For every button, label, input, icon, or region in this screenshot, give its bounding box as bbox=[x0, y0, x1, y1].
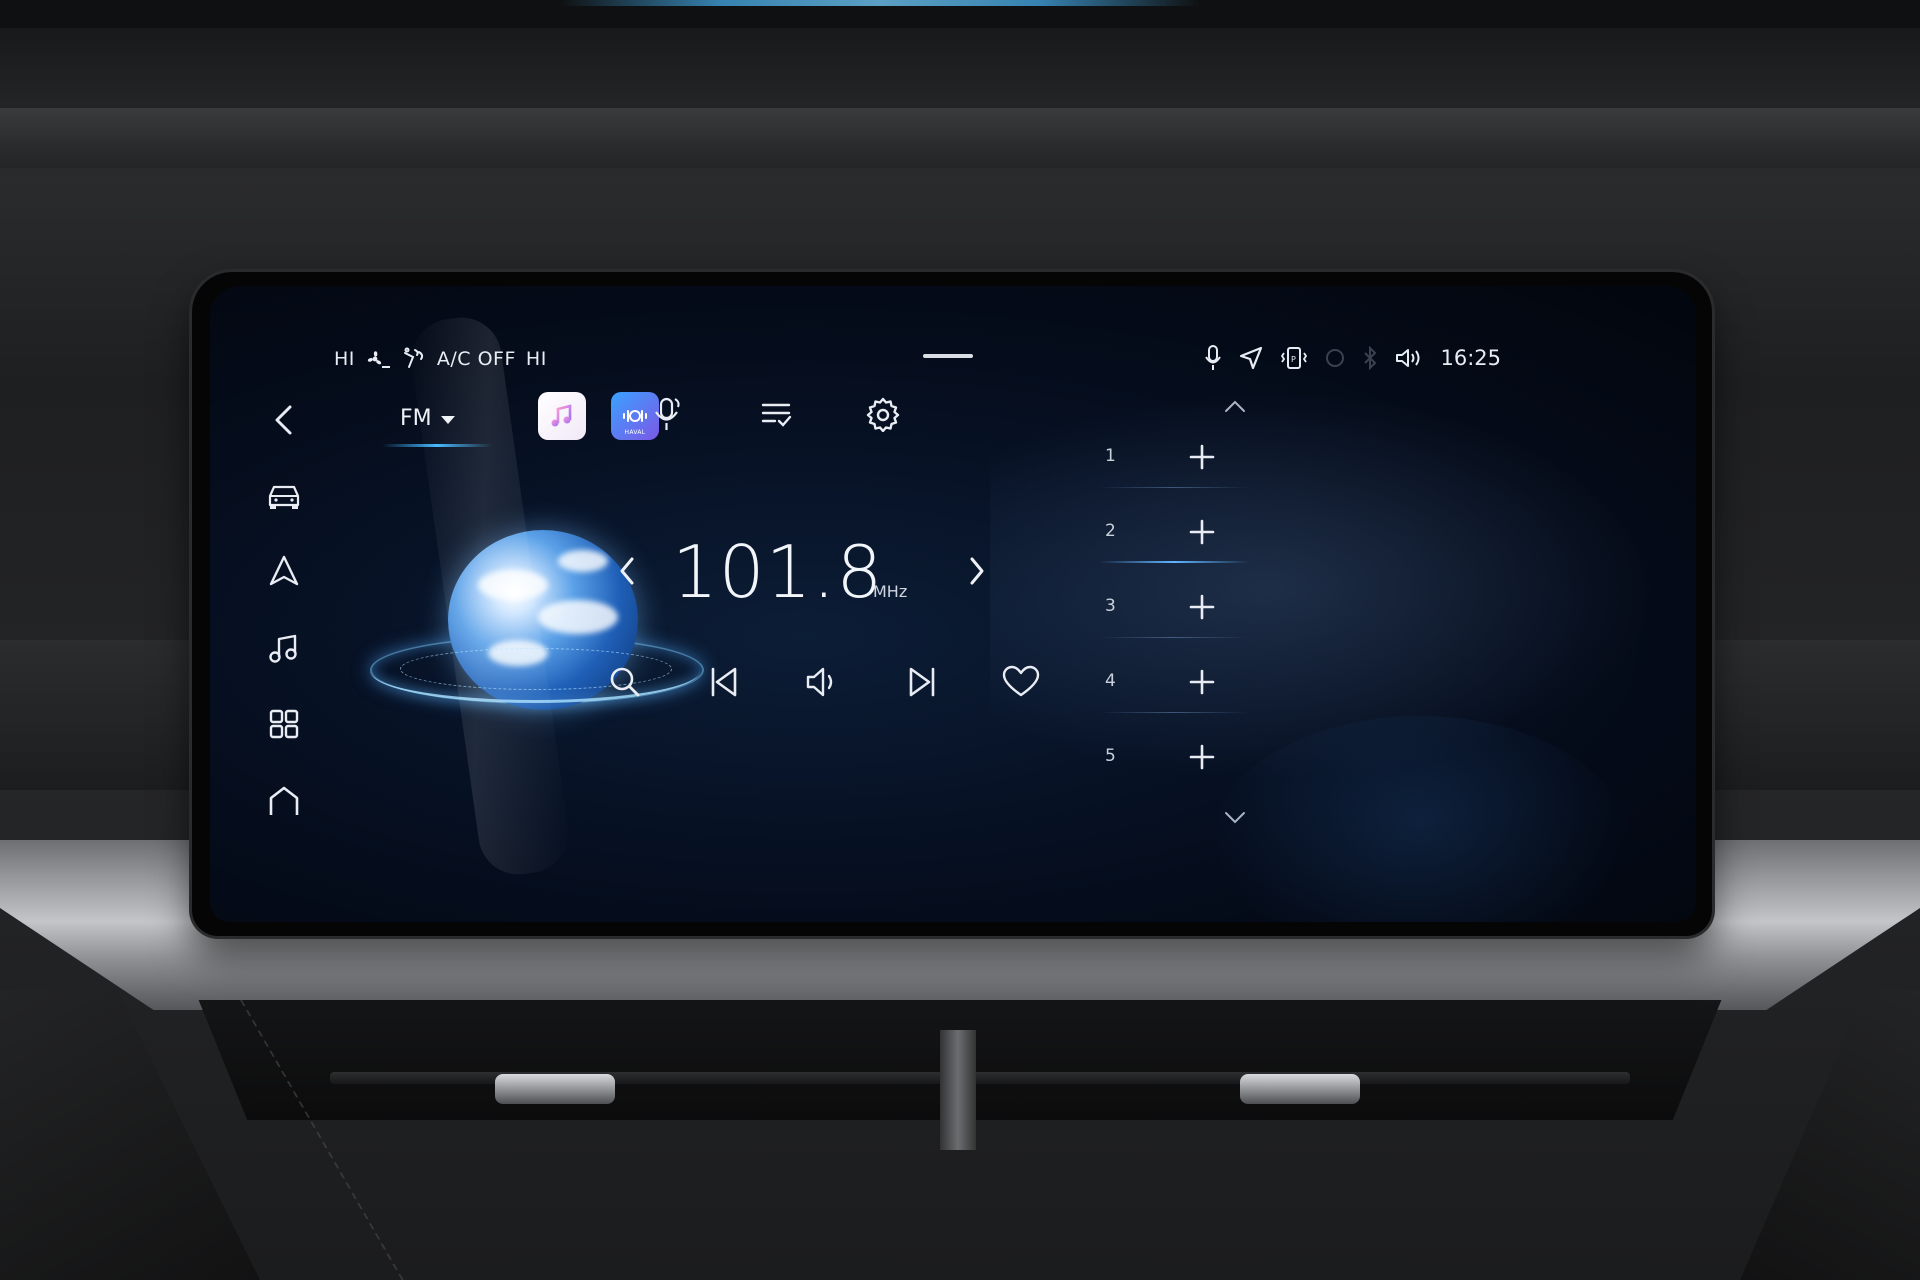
fan-icon bbox=[365, 348, 391, 370]
pull-down-handle[interactable] bbox=[923, 354, 973, 358]
add-preset-icon[interactable] bbox=[1183, 513, 1221, 551]
frequency-unit: MHz bbox=[873, 582, 908, 601]
preset-row[interactable]: 3 bbox=[1099, 578, 1265, 638]
music-app-icon[interactable] bbox=[538, 392, 586, 440]
voice-mic-icon[interactable] bbox=[646, 392, 690, 436]
vent-knob-right[interactable] bbox=[1240, 1074, 1360, 1104]
add-preset-icon[interactable] bbox=[1183, 438, 1221, 476]
preset-scroll-down-icon[interactable] bbox=[1220, 806, 1250, 830]
fan-speed-right: HI bbox=[525, 348, 547, 370]
vent-center-post bbox=[940, 1030, 976, 1150]
preset-number: 3 bbox=[1105, 596, 1116, 616]
fan-speed-left: HI bbox=[334, 348, 355, 370]
navigation-icon[interactable] bbox=[264, 551, 304, 591]
apps-grid-icon[interactable] bbox=[264, 704, 304, 744]
preset-number: 1 bbox=[1105, 446, 1116, 466]
car-icon[interactable] bbox=[264, 476, 304, 516]
settings-gear-icon[interactable] bbox=[861, 392, 905, 436]
preset-scroll-up-icon[interactable] bbox=[1220, 394, 1250, 418]
svg-text:P: P bbox=[1291, 355, 1296, 364]
frequency-up-icon[interactable] bbox=[962, 546, 992, 596]
phone-vibrate-icon: P bbox=[1280, 345, 1308, 371]
preset-divider bbox=[1099, 637, 1249, 638]
preset-number: 4 bbox=[1105, 671, 1116, 691]
add-preset-icon[interactable] bbox=[1183, 588, 1221, 626]
preset-number: 2 bbox=[1105, 521, 1116, 541]
microphone-icon bbox=[1204, 344, 1222, 372]
bluetooth-icon bbox=[1362, 346, 1378, 370]
preset-row[interactable]: 2 bbox=[1099, 503, 1265, 563]
seat-right bbox=[1740, 990, 1920, 1280]
preset-row[interactable]: 1 bbox=[1099, 428, 1265, 488]
favorite-heart-icon[interactable] bbox=[999, 660, 1043, 704]
dashboard-ridge bbox=[0, 108, 1920, 168]
frequency-display: 101.8 bbox=[672, 530, 884, 614]
volume-icon[interactable] bbox=[801, 660, 845, 704]
preset-divider bbox=[1099, 561, 1249, 563]
clock: 16:25 bbox=[1440, 346, 1501, 370]
add-preset-icon[interactable] bbox=[1183, 738, 1221, 776]
wifi-off-icon bbox=[1324, 347, 1346, 369]
preset-divider bbox=[1099, 712, 1249, 713]
ambient-light bbox=[560, 0, 1200, 6]
infotainment-screen: HI A/C OFF HI P 16:25 bbox=[210, 286, 1696, 922]
preset-number: 5 bbox=[1105, 746, 1116, 766]
station-list-icon[interactable] bbox=[754, 392, 798, 436]
frequency-down-icon[interactable] bbox=[612, 546, 642, 596]
location-arrow-icon bbox=[1238, 345, 1264, 371]
vent-knob-left[interactable] bbox=[495, 1074, 615, 1104]
search-icon[interactable] bbox=[603, 660, 647, 704]
volume-status-icon bbox=[1394, 346, 1424, 370]
preset-row[interactable]: 4 bbox=[1099, 653, 1265, 713]
previous-track-icon[interactable] bbox=[702, 660, 746, 704]
home-icon[interactable] bbox=[264, 781, 304, 821]
music-icon[interactable] bbox=[264, 628, 304, 668]
preset-row[interactable]: 5 bbox=[1105, 728, 1265, 788]
add-preset-icon[interactable] bbox=[1183, 663, 1221, 701]
dashboard-right-panel bbox=[1690, 640, 1920, 790]
back-icon[interactable] bbox=[264, 400, 304, 440]
next-track-icon[interactable] bbox=[900, 660, 944, 704]
preset-divider bbox=[1099, 487, 1249, 488]
system-status: P 16:25 bbox=[1204, 341, 1501, 375]
